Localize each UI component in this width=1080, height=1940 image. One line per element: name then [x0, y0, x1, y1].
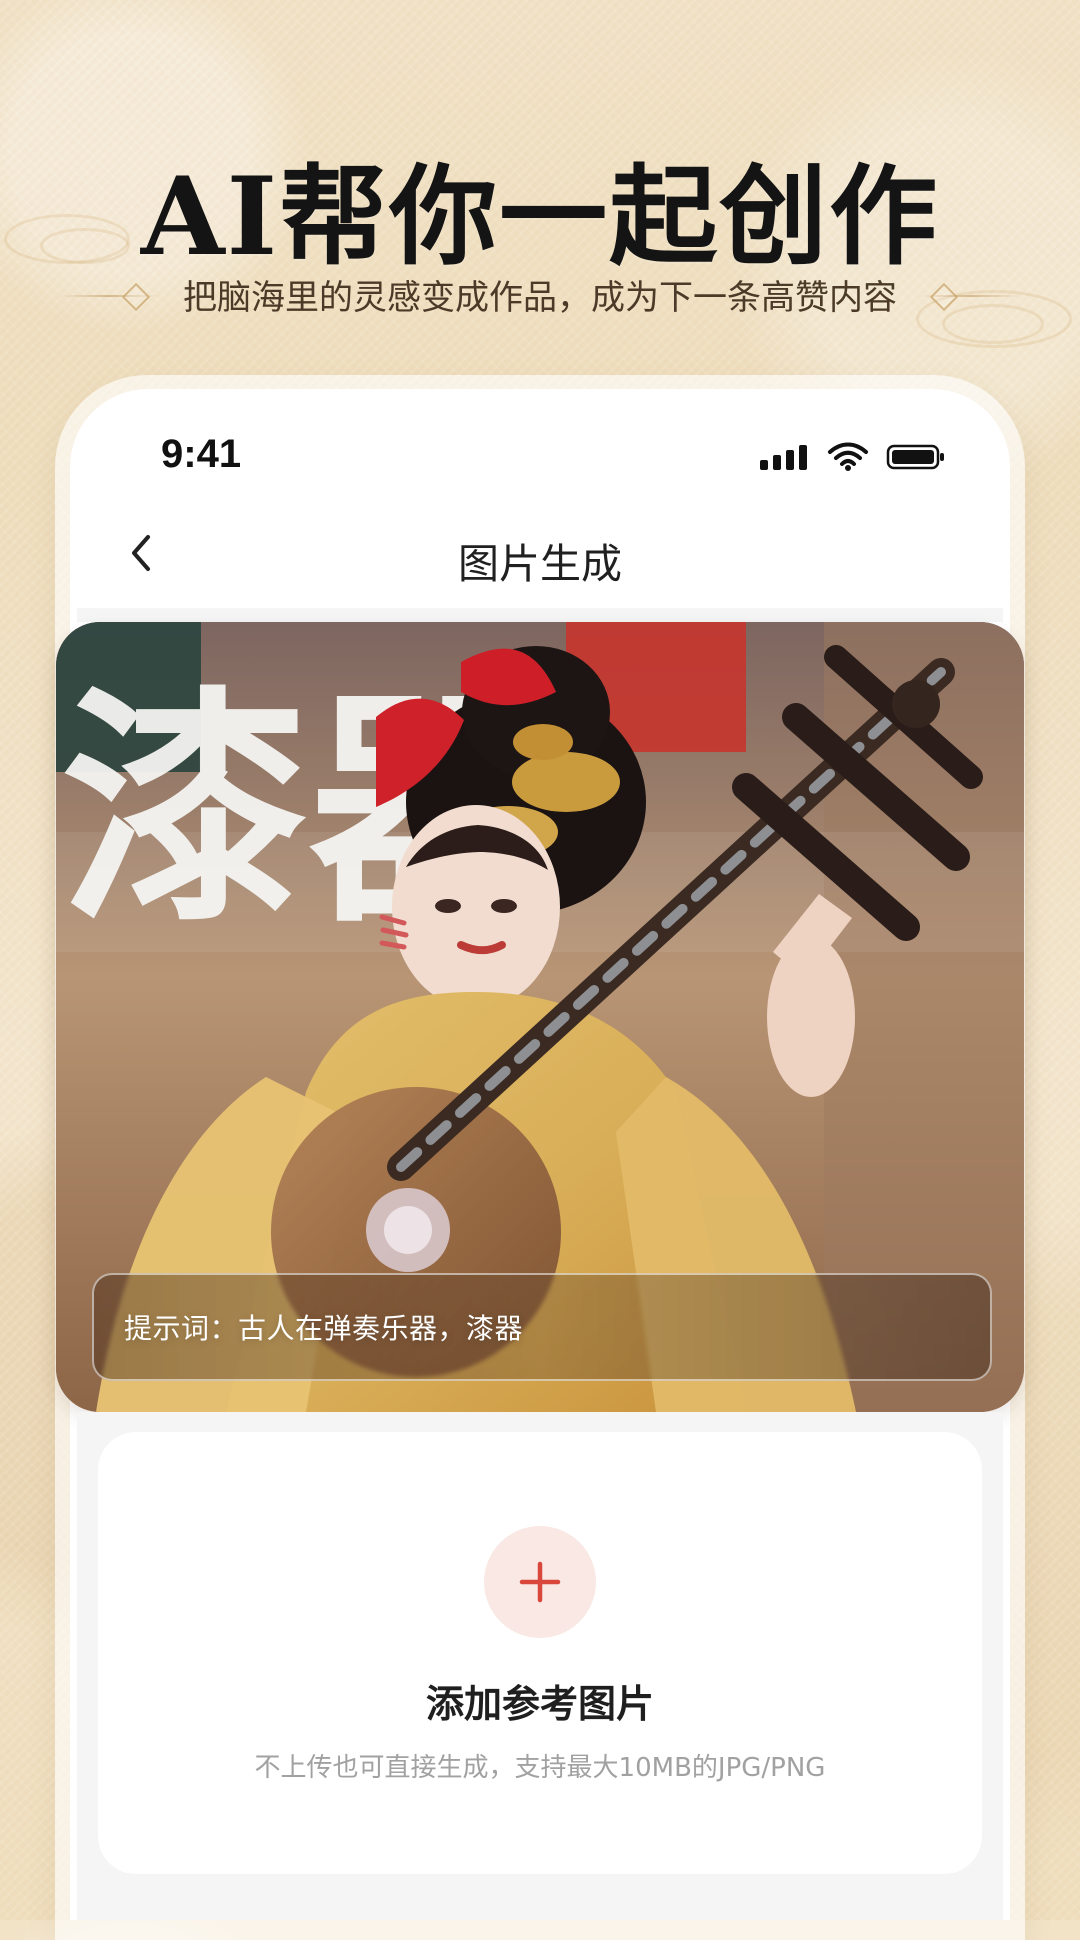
- wifi-icon: [828, 442, 868, 471]
- status-time: 9:41: [161, 432, 242, 476]
- promo-subtitle: 把脑海里的灵感变成作品，成为下一条高赞内容: [183, 278, 897, 318]
- upload-card[interactable]: [98, 1432, 982, 1874]
- subtitle-divider-right: [920, 295, 1022, 297]
- promo-subtitle-row: 把脑海里的灵感变成作品，成为下一条高赞内容: [0, 270, 1080, 320]
- upload-hint: 不上传也可直接生成，支持最大10MB的JPG/PNG: [254, 1753, 826, 1783]
- section-divider: [77, 608, 1003, 622]
- promo-title: AI帮你一起创作: [140, 154, 940, 280]
- prompt-text: 提示词：古人在弹奏乐器，漆器: [124, 1312, 524, 1345]
- upload-title: 添加参考图片: [425, 1682, 654, 1726]
- signal-icon: [760, 444, 810, 470]
- add-reference-image-button[interactable]: [484, 1526, 596, 1638]
- plus-icon: [519, 1561, 561, 1603]
- page-title: 图片生成: [458, 540, 622, 588]
- battery-icon: [886, 444, 944, 470]
- status-icons: [760, 440, 950, 474]
